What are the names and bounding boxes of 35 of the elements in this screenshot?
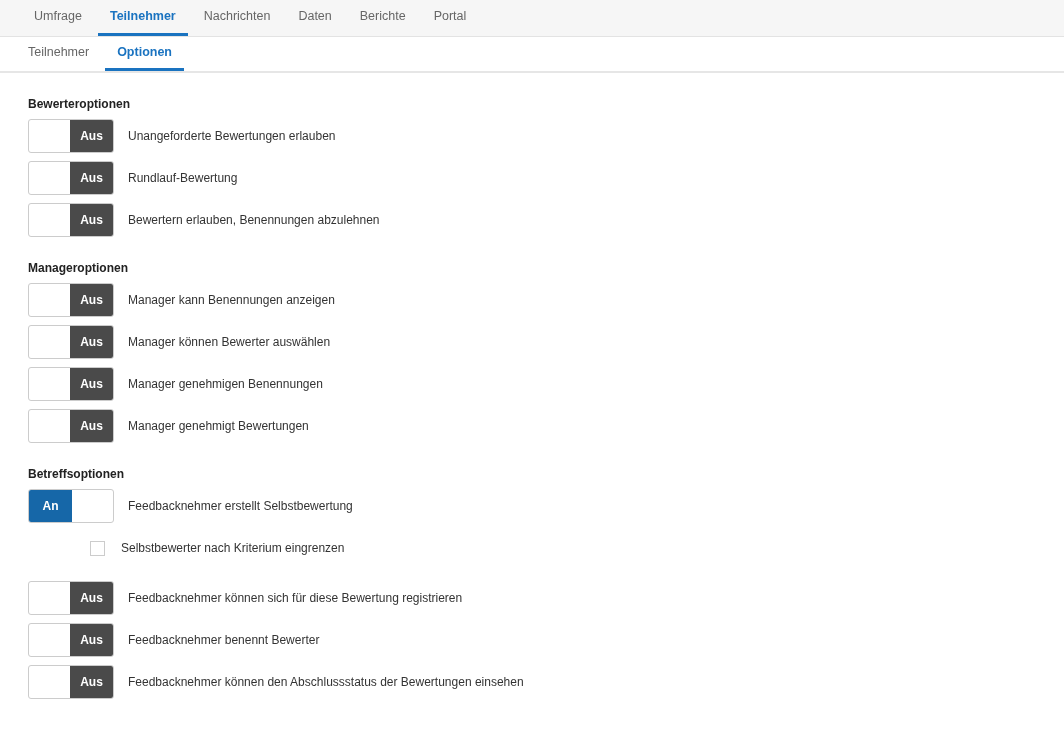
option-label: Bewertern erlauben, Benennungen abzulehnen bbox=[128, 212, 380, 229]
option-label: Selbstbewerter nach Kriterium eingrenzen bbox=[121, 540, 345, 557]
toggle-switch[interactable]: Aus bbox=[28, 283, 114, 317]
section-heading: Bewerteroptionen bbox=[28, 96, 131, 113]
tab[interactable]: Portal bbox=[421, 0, 479, 36]
section-heading: Betreffsoptionen bbox=[28, 466, 125, 483]
option-label: Manager genehmigt Bewertungen bbox=[128, 418, 309, 435]
option-label: Manager genehmigen Benennungen bbox=[128, 376, 323, 393]
option-label: Feedbacknehmer können den Abschlussstatus der Bewertungen einsehen bbox=[128, 674, 524, 691]
checkbox[interactable] bbox=[90, 540, 105, 556]
option-label: Feedbacknehmer können sich für diese Bewertung registrieren bbox=[128, 590, 463, 607]
toggle-switch[interactable]: Aus bbox=[28, 203, 114, 237]
toggle-switch[interactable]: Aus bbox=[28, 581, 114, 615]
tab[interactable]: Berichte bbox=[347, 0, 418, 36]
tab[interactable]: Umfrage bbox=[22, 0, 94, 36]
option-label: Feedbacknehmer benennt Bewerter bbox=[128, 632, 320, 649]
toggle-switch[interactable]: Aus bbox=[28, 367, 114, 401]
option-label: Rundlauf-Bewertung bbox=[128, 170, 238, 187]
option-label: Unangeforderte Bewertungen erlauben bbox=[128, 128, 336, 145]
toggle-switch[interactable]: Aus bbox=[28, 409, 114, 443]
toggle-switch[interactable]: An bbox=[28, 489, 114, 523]
tab[interactable]: Optionen bbox=[105, 37, 184, 71]
tab[interactable]: Teilnehmer bbox=[97, 0, 188, 36]
toggle-switch[interactable]: Aus bbox=[28, 325, 114, 359]
option-label: Manager kann Benennungen anzeigen bbox=[128, 292, 335, 309]
option-label: Feedbacknehmer erstellt Selbstbewertung bbox=[128, 498, 353, 515]
option-label: Manager können Bewerter auswählen bbox=[128, 334, 331, 351]
toggle-switch[interactable]: Aus bbox=[28, 119, 114, 153]
section-heading: Manageroptionen bbox=[28, 260, 129, 277]
toggle-switch[interactable]: Aus bbox=[28, 623, 114, 657]
tab[interactable]: Teilnehmer bbox=[16, 37, 102, 71]
tab[interactable]: Daten bbox=[286, 0, 344, 36]
tab[interactable]: Nachrichten bbox=[191, 0, 283, 36]
toggle-switch[interactable]: Aus bbox=[28, 161, 114, 195]
toggle-switch[interactable]: Aus bbox=[28, 665, 114, 699]
